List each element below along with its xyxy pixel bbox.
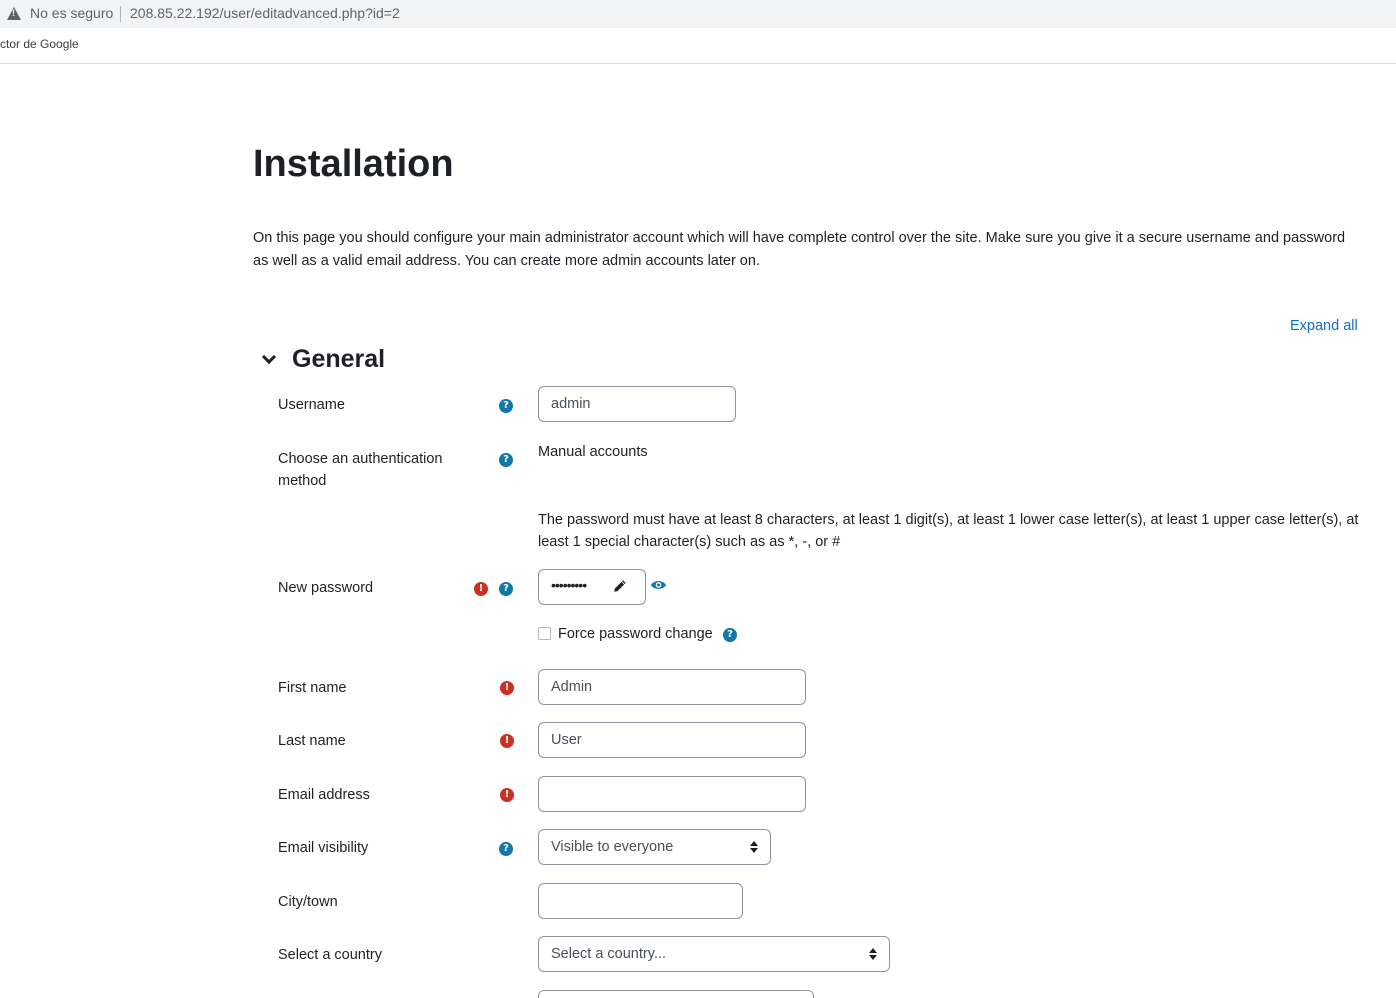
email-visibility-label: Email visibility (278, 840, 369, 856)
auth-method-value: Manual accounts (538, 444, 648, 460)
country-select[interactable]: Select a country... (538, 936, 890, 972)
last-name-input[interactable] (538, 722, 806, 758)
password-mask: ••••••••• (551, 577, 587, 593)
last-name-label: Last name (278, 733, 346, 749)
country-label: Select a country (278, 947, 382, 963)
question-circle-icon[interactable]: ? (723, 628, 737, 642)
expand-all-link[interactable]: Expand all (1290, 318, 1358, 334)
exclamation-circle-icon: ! (500, 788, 514, 802)
email-input[interactable] (538, 776, 806, 812)
pencil-icon[interactable] (613, 579, 627, 593)
exclamation-circle-icon: ! (474, 582, 488, 596)
exclamation-circle-icon: ! (500, 681, 514, 695)
url-text[interactable]: 208.85.22.192/user/editadvanced.php?id=2 (130, 5, 400, 21)
chevron-down-icon (261, 349, 277, 364)
question-circle-icon[interactable]: ? (499, 582, 513, 596)
question-circle-icon[interactable]: ? (499, 453, 513, 467)
next-field-input[interactable] (538, 990, 814, 998)
email-label: Email address (278, 787, 370, 803)
username-label: Username (278, 397, 345, 413)
username-input[interactable] (538, 386, 736, 422)
warning-icon[interactable] (7, 7, 21, 20)
city-label: City/town (278, 894, 338, 910)
section-title: General (292, 345, 386, 373)
exclamation-circle-icon: ! (500, 734, 514, 748)
first-name-label: First name (278, 680, 347, 696)
general-section-toggle[interactable]: General (260, 345, 385, 374)
bookmarks-bar: ctor de Google (0, 28, 1396, 64)
intro-text: On this page you should configure your m… (253, 230, 1346, 269)
first-name-input[interactable] (538, 669, 806, 705)
country-value: Select a country... (551, 946, 666, 962)
page-title: Installation (253, 143, 454, 185)
bookmark-item[interactable]: ctor de Google (0, 37, 79, 51)
new-password-field[interactable]: ••••••••• (538, 569, 646, 605)
force-password-change-label[interactable]: Force password change (558, 623, 713, 645)
sort-arrows-icon (750, 841, 758, 853)
security-status[interactable]: No es seguro (30, 5, 113, 21)
question-circle-icon[interactable]: ? (499, 842, 513, 856)
email-visibility-select[interactable]: Visible to everyone (538, 829, 771, 865)
browser-address-bar[interactable]: No es seguro 208.85.22.192/user/editadva… (0, 0, 1396, 28)
city-input[interactable] (538, 883, 743, 919)
sort-arrows-icon (869, 948, 877, 960)
url-divider (120, 6, 121, 22)
email-visibility-value: Visible to everyone (551, 839, 674, 855)
password-policy-text: The password must have at least 8 charac… (538, 512, 1359, 550)
force-password-change-checkbox[interactable] (538, 627, 551, 640)
auth-method-label: Choose an authentication method (278, 451, 443, 489)
eye-icon[interactable] (650, 578, 667, 592)
question-circle-icon[interactable]: ? (499, 399, 513, 413)
new-password-label: New password (278, 580, 374, 596)
